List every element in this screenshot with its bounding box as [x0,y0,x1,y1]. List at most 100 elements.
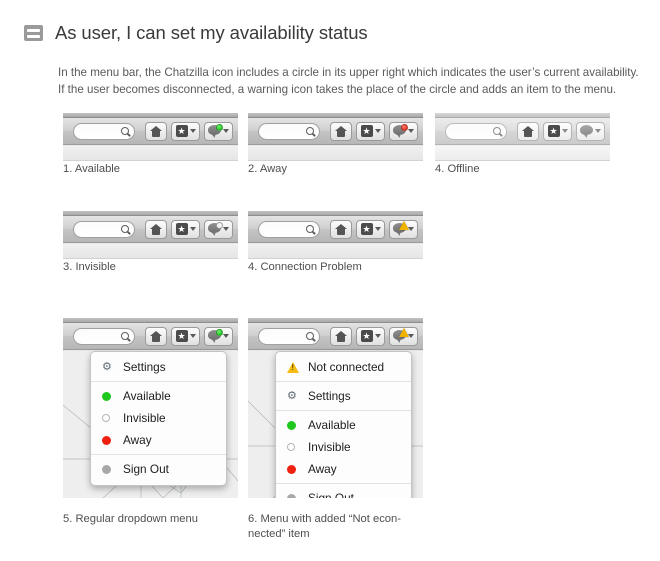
status-away-dot [102,435,118,445]
bookmark-button[interactable]: ★ [171,121,200,141]
chatzilla-icon [208,123,223,139]
home-icon [335,223,347,235]
menu-item-available[interactable]: Available [276,414,411,436]
chevron-down-icon [189,129,196,133]
bookmark-star-icon: ★ [360,223,373,235]
menu-item-invisible[interactable]: Invisible [91,407,226,429]
chatzilla-button[interactable] [204,121,233,141]
menu-item-invisible[interactable]: Invisible [276,436,411,458]
chatzilla-button[interactable] [204,219,233,239]
menu-item-sign-out[interactable]: Sign Out [91,458,226,480]
chatzilla-icon [208,328,223,344]
chatzilla-dropdown-menu[interactable]: ⚙ Settings Available Invisible Away Sign… [90,351,227,486]
status-away-dot [287,464,303,474]
bookmarks-bar [63,146,238,161]
search-icon [121,126,129,135]
browser-toolbar: ★ [435,118,610,145]
bookmark-star-icon: ★ [360,330,373,342]
figure-regular-menu: ★ ⚙ Settings Available Invisible Away Si… [63,318,238,498]
figure-invisible: ★ [63,211,238,259]
home-button[interactable] [145,121,167,141]
menu-item-label: Settings [123,360,166,374]
menu-separator [276,381,411,382]
menu-item-label: Settings [308,389,351,403]
status-badge-invisible [215,221,223,229]
figure-not-connected-menu: ★ ! Not connected ⚙ Settings Available I… [248,318,423,498]
search-input[interactable] [73,220,135,238]
status-invisible-dot [102,414,118,422]
caption-regular-menu: 5. Regular dropdown menu [63,513,198,525]
bookmark-button[interactable]: ★ [171,326,200,346]
menu-item-settings[interactable]: ⚙ Settings [91,356,226,378]
home-icon [522,125,534,137]
menu-item-label: Available [123,389,171,403]
chevron-down-icon [374,129,381,133]
bookmark-button[interactable]: ★ [356,219,385,239]
menu-item-label: Not connected [308,360,385,374]
chevron-down-icon [595,129,601,133]
chatzilla-button[interactable] [204,326,233,346]
bookmark-button[interactable]: ★ [171,219,200,239]
home-button[interactable] [145,219,167,239]
home-button[interactable] [330,121,352,141]
menu-separator [276,483,411,484]
search-icon [121,331,129,340]
menu-item-away[interactable]: Away [91,429,226,451]
intro-paragraph: In the menu bar, the Chatzilla icon incl… [58,64,648,98]
search-input[interactable] [258,327,320,345]
bookmarks-bar [248,146,423,161]
menu-item-label: Invisible [308,440,351,454]
chevron-down-icon [374,227,381,231]
intro-line-1: In the menu bar, the Chatzilla icon incl… [58,66,639,79]
menu-item-label: Away [308,462,337,476]
bookmark-button[interactable]: ★ [356,326,385,346]
toolbar-panel: ★ [435,113,610,161]
menu-item-settings[interactable]: ⚙ Settings [276,385,411,407]
chevron-down-icon [223,129,229,133]
page-root: As user, I can set my availability statu… [0,0,660,561]
home-button[interactable] [330,326,352,346]
browser-toolbar: ★ [248,216,423,243]
caption-available: 1. Available [63,163,121,175]
menu-item-available[interactable]: Available [91,385,226,407]
menu-item-label: Away [123,433,152,447]
menu-item-label: Sign Out [123,462,169,476]
chatzilla-icon [208,221,223,237]
caption-connection-problem: 4. Connection Problem [248,261,362,273]
page-header: As user, I can set my availability statu… [24,22,368,44]
chatzilla-icon [393,327,409,344]
search-input[interactable] [258,220,320,238]
figure-available: ★ [63,113,238,161]
search-input[interactable] [73,327,135,345]
chatzilla-button[interactable] [576,121,605,141]
status-available-dot [287,420,303,430]
chatzilla-dropdown-menu[interactable]: Not connected ⚙ Settings Available Invis… [275,351,412,498]
chatzilla-button[interactable] [389,326,418,346]
search-input[interactable] [445,122,507,140]
search-input[interactable] [73,122,135,140]
bookmark-star-icon: ★ [547,125,560,137]
status-signout-dot [287,493,303,498]
menu-separator [91,454,226,455]
home-button[interactable] [330,219,352,239]
chevron-down-icon [374,334,381,338]
bookmark-button[interactable]: ★ [356,121,385,141]
menu-item-not-connected[interactable]: Not connected [276,356,411,378]
toolbar-panel: ★ [63,318,238,498]
chevron-down-icon [223,227,229,231]
search-input[interactable] [258,122,320,140]
browser-toolbar: ★ [63,216,238,243]
toolbar-panel: ★ [248,211,423,259]
status-signout-dot [102,464,118,474]
bookmark-button[interactable]: ★ [543,121,572,141]
home-icon [150,223,162,235]
chatzilla-button[interactable] [389,121,418,141]
chatzilla-button[interactable] [389,219,418,239]
menu-item-sign-out[interactable]: Sign Out [276,487,411,498]
home-button[interactable] [517,121,539,141]
search-icon [306,224,314,233]
menu-separator [276,410,411,411]
home-button[interactable] [145,326,167,346]
chevron-down-icon [223,334,229,338]
menu-item-away[interactable]: Away [276,458,411,480]
